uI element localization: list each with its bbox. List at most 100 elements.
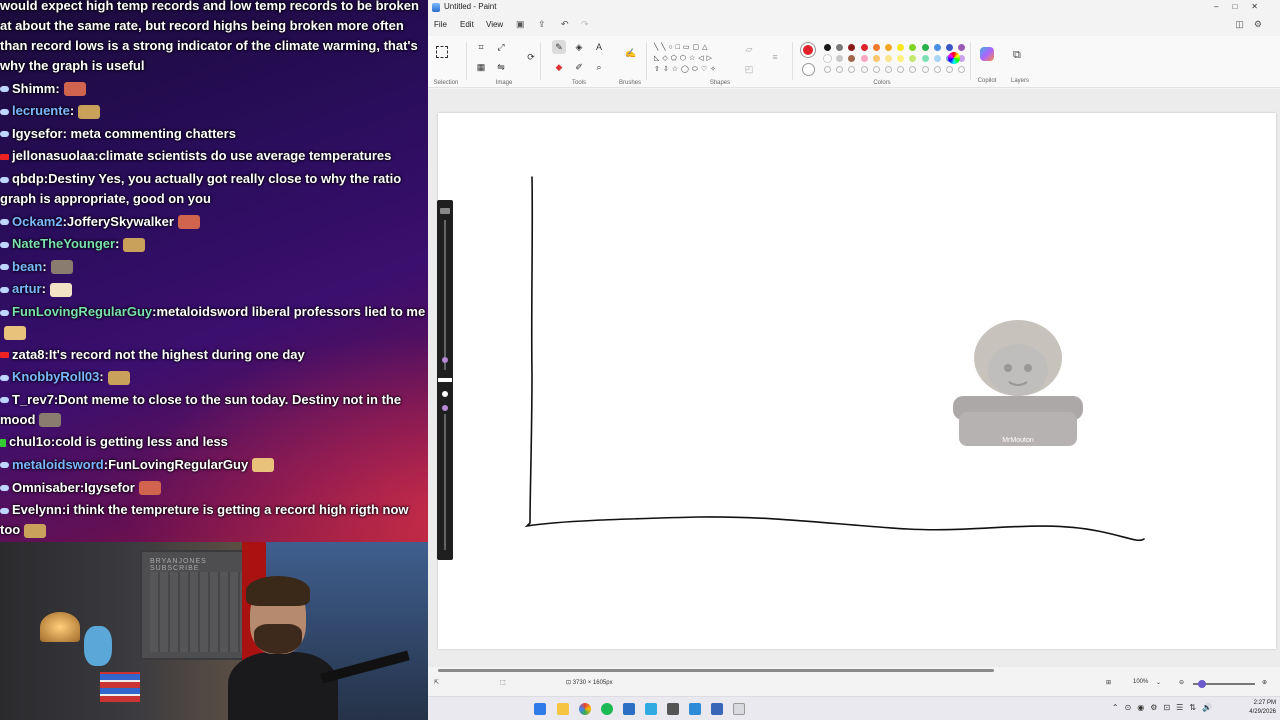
palette-swatch[interactable]	[872, 44, 880, 51]
custom-color-slot[interactable]	[836, 66, 844, 73]
chat-username[interactable]: jellonasuolaa	[12, 148, 94, 163]
palette-swatch[interactable]	[958, 55, 966, 62]
chat-username[interactable]: Evelynn	[12, 502, 62, 517]
redo-icon[interactable]: ↷	[581, 19, 589, 30]
crop-icon[interactable]: ⌗	[474, 40, 488, 54]
selection-icon[interactable]	[436, 46, 448, 58]
menu-file[interactable]: File	[434, 20, 447, 29]
eraser-icon[interactable]: ◆	[552, 60, 566, 74]
custom-color-slot[interactable]	[933, 66, 941, 73]
scroll-thumb[interactable]	[438, 669, 994, 672]
undo-icon[interactable]: ↶	[561, 19, 569, 30]
zoom-in-icon[interactable]: ⊕	[1262, 679, 1267, 686]
palette-swatch[interactable]	[836, 44, 844, 51]
custom-color-slot[interactable]	[848, 66, 856, 73]
palette-swatch[interactable]	[909, 55, 917, 62]
menu-right-icons[interactable]: ◫⚙	[1235, 19, 1272, 30]
custom-color-slot[interactable]	[872, 66, 880, 73]
custom-color-slot[interactable]	[824, 66, 831, 73]
app-icon[interactable]	[623, 703, 635, 715]
rotate-icon[interactable]: ⟳	[524, 50, 538, 64]
app-icon-2[interactable]	[645, 703, 657, 715]
flip-icon[interactable]: ⇋	[494, 60, 508, 74]
horizontal-scrollbar[interactable]	[438, 669, 1280, 673]
fill-style-icon[interactable]: ◰	[742, 62, 756, 76]
zoom-slider-knob[interactable]	[1198, 680, 1206, 688]
menu-view[interactable]: View	[486, 20, 503, 29]
palette-swatch[interactable]	[824, 55, 831, 62]
share-icon[interactable]: ⇪	[538, 19, 546, 30]
copilot-icon[interactable]	[980, 47, 994, 61]
custom-color-slot[interactable]	[860, 66, 868, 73]
shapes-gallery[interactable]: ╲╲○□▭▢△ ◺◇⬠⬡☆◁▷ ⇧⇩☆◯⬭♡✧	[654, 42, 730, 76]
chat-username[interactable]: zata8	[12, 347, 45, 362]
image-select-icon[interactable]: ▦	[474, 60, 488, 74]
chat-username[interactable]: Ockam2	[12, 214, 63, 229]
chat-username[interactable]: Omnisaber	[12, 480, 80, 495]
chat-username[interactable]: chul1o	[9, 434, 51, 449]
file-explorer-icon[interactable]	[557, 703, 569, 715]
palette-swatch[interactable]	[824, 44, 831, 51]
chat-username[interactable]: artur	[12, 281, 42, 296]
custom-color-slot[interactable]	[958, 66, 966, 73]
palette-swatch[interactable]	[848, 55, 856, 62]
palette-swatch[interactable]	[897, 55, 905, 62]
palette-swatch[interactable]	[848, 44, 856, 51]
text-icon[interactable]: A	[592, 40, 606, 54]
chat-username[interactable]: KnobbyRoll03	[12, 369, 99, 384]
chrome-icon[interactable]	[579, 703, 591, 715]
paint-taskbar-icon[interactable]	[733, 703, 745, 715]
zoom-level[interactable]: 100%	[1133, 679, 1148, 685]
app-icon-3[interactable]	[689, 703, 701, 715]
palette-swatch[interactable]	[958, 44, 966, 51]
outline-icon[interactable]: ▱	[742, 42, 756, 56]
chat-username[interactable]: T_rev7	[12, 392, 54, 407]
settings-icon[interactable]	[667, 703, 679, 715]
chat-username[interactable]: qbdp	[12, 171, 44, 186]
drawing-canvas[interactable]	[438, 113, 1276, 649]
color-picker-icon[interactable]: ✐	[572, 60, 586, 74]
custom-color-slot[interactable]	[909, 66, 917, 73]
secondary-color-swatch[interactable]	[803, 64, 814, 75]
window-controls[interactable]: –□✕	[1214, 2, 1272, 11]
app-icon-4[interactable]	[711, 703, 723, 715]
palette-swatch[interactable]	[921, 44, 929, 51]
zoom-dropdown-icon[interactable]: ⌄	[1156, 679, 1161, 686]
palette-swatch[interactable]	[836, 55, 844, 62]
size-icon[interactable]: ≡	[768, 50, 782, 64]
primary-color-swatch[interactable]	[801, 43, 815, 57]
chat-username[interactable]: Shimm	[12, 81, 55, 96]
palette-swatch[interactable]	[885, 44, 892, 51]
brush-size-slider[interactable]	[437, 200, 453, 560]
custom-color-slot[interactable]	[885, 66, 892, 73]
palette-swatch[interactable]	[933, 55, 941, 62]
palette-swatch[interactable]	[860, 44, 868, 51]
custom-color-slot[interactable]	[897, 66, 905, 73]
chat-username[interactable]: metaloidsword	[12, 457, 104, 472]
custom-color-slot[interactable]	[921, 66, 929, 73]
edit-colors-icon[interactable]	[948, 52, 960, 64]
chat-username[interactable]: Igysefor	[12, 126, 63, 141]
resize-icon[interactable]: ⤢	[494, 40, 508, 54]
palette-swatch[interactable]	[909, 44, 917, 51]
palette-swatch[interactable]	[946, 55, 953, 62]
chat-username[interactable]: bean	[12, 259, 42, 274]
fit-icon[interactable]: ⊞	[1106, 679, 1111, 686]
save-icon[interactable]: ▣	[516, 19, 525, 30]
palette-swatch[interactable]	[946, 44, 953, 51]
fill-icon[interactable]: ◈	[572, 40, 586, 54]
palette-swatch[interactable]	[872, 55, 880, 62]
clock[interactable]: 2:27 PM 4/29/2026	[1249, 699, 1276, 717]
brush-icon[interactable]: ✍	[624, 46, 638, 60]
pencil-icon[interactable]: ✎	[552, 40, 566, 54]
chat-username[interactable]: lecruente	[12, 103, 70, 118]
palette-swatch[interactable]	[860, 55, 868, 62]
palette-swatch[interactable]	[921, 55, 929, 62]
palette-swatch[interactable]	[933, 44, 941, 51]
start-icon[interactable]	[534, 703, 546, 715]
system-tray[interactable]: ⌃⊙◉⚙⊡☰⇅🔊	[1112, 703, 1218, 712]
magnifier-icon[interactable]: ⌕	[592, 60, 606, 74]
custom-color-slot[interactable]	[946, 66, 953, 73]
chat-username[interactable]: FunLovingRegularGuy	[12, 304, 152, 319]
palette-swatch[interactable]	[885, 55, 892, 62]
